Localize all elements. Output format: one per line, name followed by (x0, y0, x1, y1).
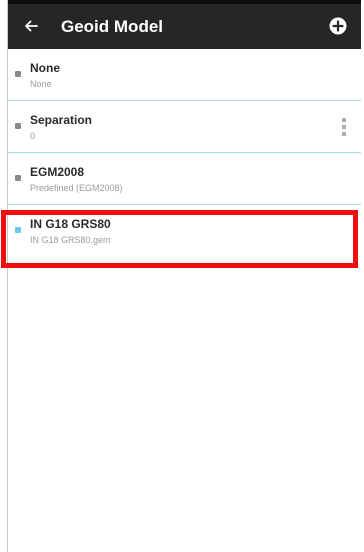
item-subtitle: Predefined (EGM2008) (30, 183, 123, 193)
app-bar: Geoid Model (8, 4, 361, 49)
app-screen: Geoid Model None None Separation 0 EGM20… (7, 0, 361, 552)
bullet-icon (15, 71, 21, 77)
item-name: Separation (30, 113, 93, 127)
item-subtitle: 0 (30, 131, 36, 141)
list-item[interactable]: None None (8, 49, 361, 101)
plus-circle-icon (329, 17, 347, 35)
list-item[interactable]: EGM2008 Predefined (EGM2008) (8, 153, 361, 205)
bullet-icon (15, 175, 21, 181)
item-name: EGM2008 (30, 165, 85, 179)
arrow-left-icon (25, 20, 38, 32)
bullet-icon (15, 227, 21, 233)
item-subtitle: None (30, 79, 52, 89)
list-item[interactable]: Separation 0 (8, 101, 361, 153)
item-subtitle: IN G18 GRS80.gem (30, 235, 111, 245)
add-button[interactable] (323, 11, 353, 41)
geoid-model-list: None None Separation 0 EGM2008 Predefine… (8, 49, 361, 257)
list-item-selected[interactable]: IN G18 GRS80 IN G18 GRS80.gem (8, 205, 361, 257)
back-button[interactable] (16, 10, 48, 42)
more-vert-icon[interactable] (339, 118, 349, 138)
item-name: IN G18 GRS80 (30, 217, 111, 231)
bullet-icon (15, 123, 21, 129)
item-name: None (30, 61, 60, 75)
page-title: Geoid Model (61, 17, 163, 36)
